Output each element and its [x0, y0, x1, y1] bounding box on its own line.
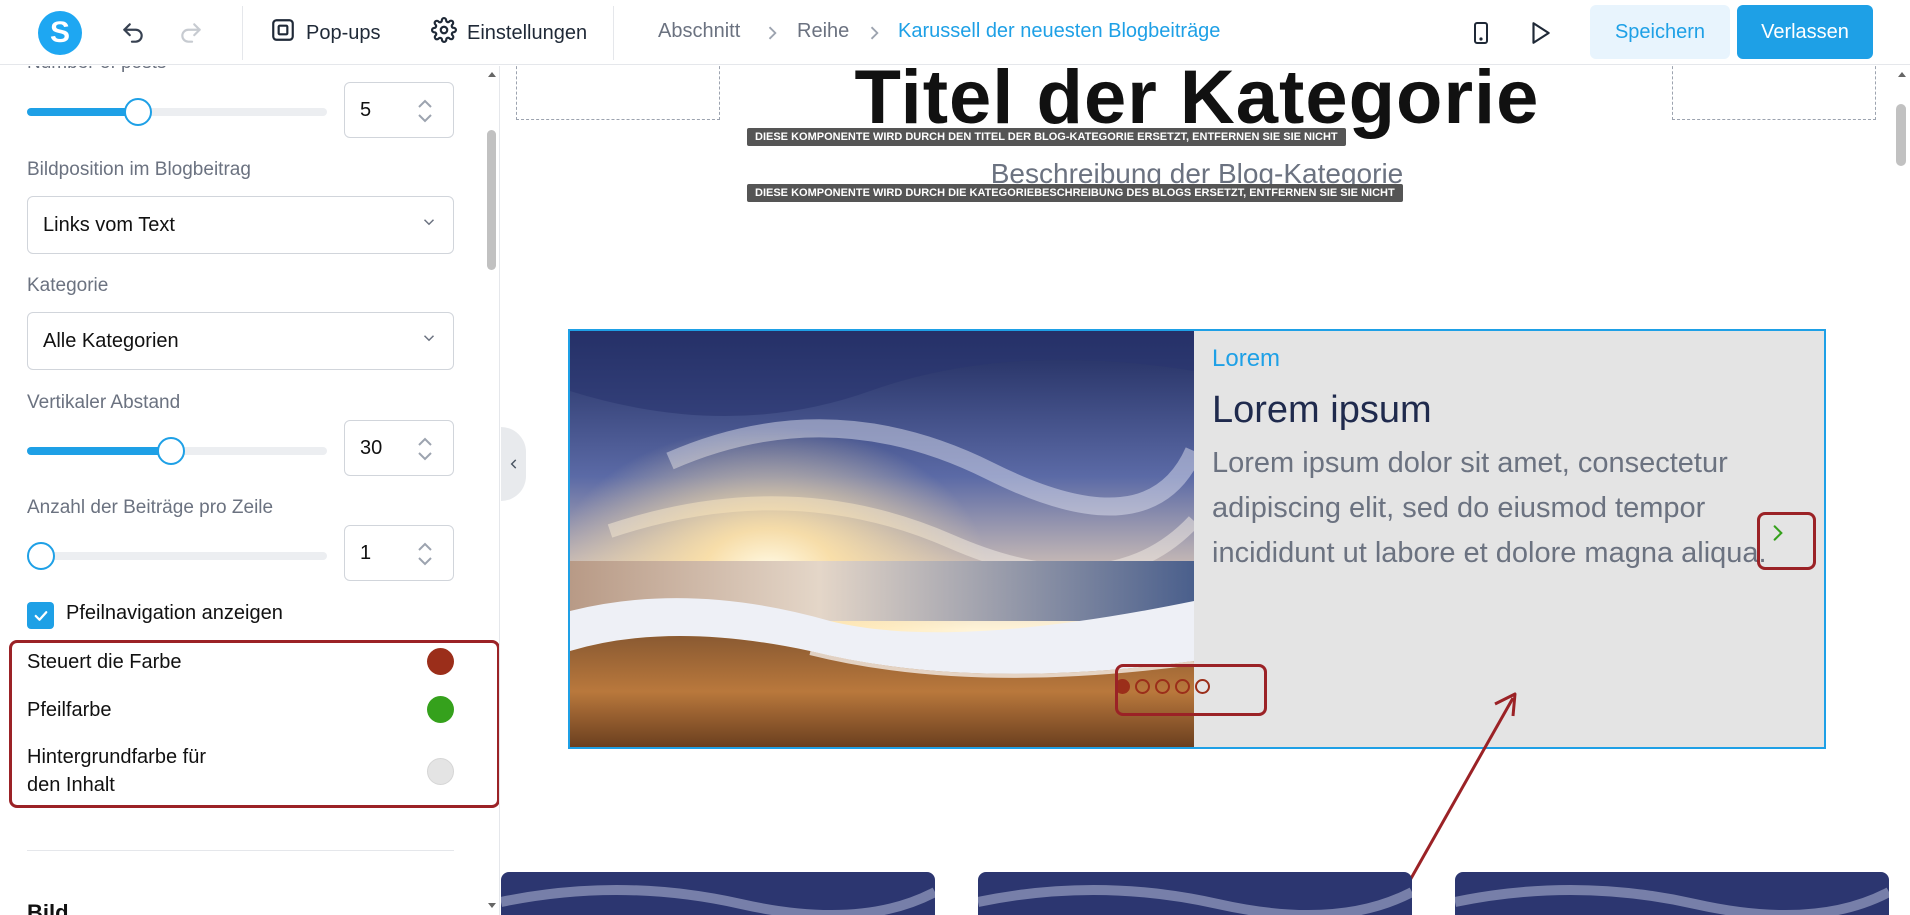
posts-per-row-value: 1: [360, 541, 372, 564]
sidebar-scroll-thumb[interactable]: [487, 130, 496, 270]
post-excerpt: Lorem ipsum dolor sit amet, consectetur …: [1212, 447, 1767, 569]
posts-count-label: Number of posts: [27, 66, 166, 74]
dots-color-label: Steuert die Farbe: [27, 651, 182, 673]
checkmark-icon: [34, 610, 47, 621]
title-component-badge: DIESE KOMPONENTE WIRD DURCH DEN TITEL DE…: [747, 128, 1346, 146]
posts-count-value: 5: [360, 98, 372, 121]
app-logo[interactable]: S: [38, 11, 82, 55]
arrow-nav-label[interactable]: Pfeilnavigation anzeigen: [66, 602, 283, 625]
chevron-right-icon: [762, 22, 782, 49]
breadcrumb-row[interactable]: Reihe: [797, 20, 849, 43]
settings-label: Einstellungen: [467, 21, 588, 44]
thumbnail-image: [978, 872, 1412, 915]
category-value: Alle Kategorien: [43, 329, 179, 352]
scroll-down-icon: [488, 903, 496, 908]
arrow-nav-checkbox[interactable]: [27, 602, 54, 629]
arrow-color-label: Pfeilfarbe: [27, 699, 112, 721]
image-position-value: Links vom Text: [43, 213, 175, 236]
image-position-select[interactable]: Links vom Text: [27, 196, 454, 254]
label-line: den Inhalt: [27, 774, 115, 796]
content-bg-color-swatch[interactable]: [427, 758, 454, 785]
section-divider: [27, 850, 454, 851]
popups-button[interactable]: Pop-ups: [270, 14, 381, 52]
stepper-icon[interactable]: [415, 97, 435, 131]
thumbnail-image: [1455, 872, 1889, 915]
popup-icon: [270, 17, 296, 49]
play-preview-icon[interactable]: [1523, 16, 1557, 50]
annotation-arrow: [1407, 692, 1517, 883]
post-category[interactable]: Lorem: [1212, 345, 1280, 373]
save-button[interactable]: Speichern: [1590, 5, 1730, 59]
category-select[interactable]: Alle Kategorien: [27, 312, 454, 370]
slider-fill: [27, 108, 138, 116]
beach-photo: [570, 331, 1194, 747]
undo-icon[interactable]: [116, 16, 150, 50]
scroll-up-icon: [488, 72, 496, 77]
image-position-label: Bildposition im Blogbeitrag: [27, 159, 251, 180]
posts-per-row-input[interactable]: 1: [344, 525, 454, 581]
stepper-icon[interactable]: [415, 540, 435, 574]
image-section-heading[interactable]: Bild: [27, 900, 69, 915]
post-card-thumbnail[interactable]: [978, 872, 1412, 915]
breadcrumb-current[interactable]: Karussell der neuesten Blogbeiträge: [898, 20, 1220, 43]
vertical-spacing-input[interactable]: 30: [344, 420, 454, 476]
mobile-preview-icon[interactable]: [1464, 16, 1498, 50]
gear-icon: [431, 17, 457, 49]
chevron-left-icon: [510, 459, 516, 469]
settings-sidebar: Number of posts 5 Bildposition im Blogbe…: [0, 66, 500, 915]
redo-icon[interactable]: [174, 16, 208, 50]
posts-count-input[interactable]: 5: [344, 82, 454, 138]
dots-color-swatch[interactable]: [427, 648, 454, 675]
post-card-thumbnail[interactable]: [1455, 872, 1889, 915]
thumbnail-image: [501, 872, 935, 915]
category-label: Kategorie: [27, 275, 109, 296]
slider-thumb[interactable]: [27, 542, 55, 570]
chevron-right-icon: [864, 22, 884, 49]
exit-button[interactable]: Verlassen: [1737, 5, 1873, 59]
chevron-down-icon: [420, 213, 438, 237]
toolbar-divider: [613, 6, 614, 60]
posts-per-row-slider[interactable]: [27, 542, 327, 570]
highlight-box: [1115, 664, 1267, 716]
settings-button[interactable]: Einstellungen: [431, 14, 587, 52]
slider-thumb[interactable]: [124, 98, 152, 126]
editor-canvas: Titel der Kategorie DIESE KOMPONENTE WIR…: [501, 66, 1893, 915]
vertical-spacing-value: 30: [360, 436, 383, 459]
post-title[interactable]: Lorem ipsum: [1212, 389, 1432, 432]
collapse-sidebar-handle[interactable]: [501, 427, 526, 501]
posts-per-row-label: Anzahl der Beiträge pro Zeile: [27, 497, 274, 518]
posts-count-slider[interactable]: [27, 98, 327, 126]
vertical-spacing-slider[interactable]: [27, 437, 327, 465]
highlight-box: [1757, 512, 1816, 570]
breadcrumb-section[interactable]: Abschnitt: [658, 20, 740, 43]
arrow-color-swatch[interactable]: [427, 696, 454, 723]
content-bg-color-label: Hintergrundfarbe für den Inhalt: [27, 743, 206, 799]
post-card-thumbnail[interactable]: [501, 872, 935, 915]
vertical-spacing-label: Vertikaler Abstand: [27, 392, 181, 413]
label-line: Hintergrundfarbe für: [27, 746, 206, 768]
stepper-icon[interactable]: [415, 435, 435, 469]
chevron-down-icon: [420, 329, 438, 353]
toolbar-divider: [242, 6, 243, 60]
canvas-scroll-thumb[interactable]: [1896, 104, 1906, 166]
slider-fill: [27, 447, 171, 455]
description-component-badge: DIESE KOMPONENTE WIRD DURCH DIE KATEGORI…: [747, 184, 1403, 202]
canvas-scrollbar[interactable]: [1893, 66, 1910, 915]
top-toolbar: S Pop-ups Einstellungen Abschnitt Reihe …: [0, 0, 1910, 65]
scroll-up-icon: [1898, 72, 1906, 77]
slider-thumb[interactable]: [157, 437, 185, 465]
popups-label: Pop-ups: [306, 21, 381, 44]
